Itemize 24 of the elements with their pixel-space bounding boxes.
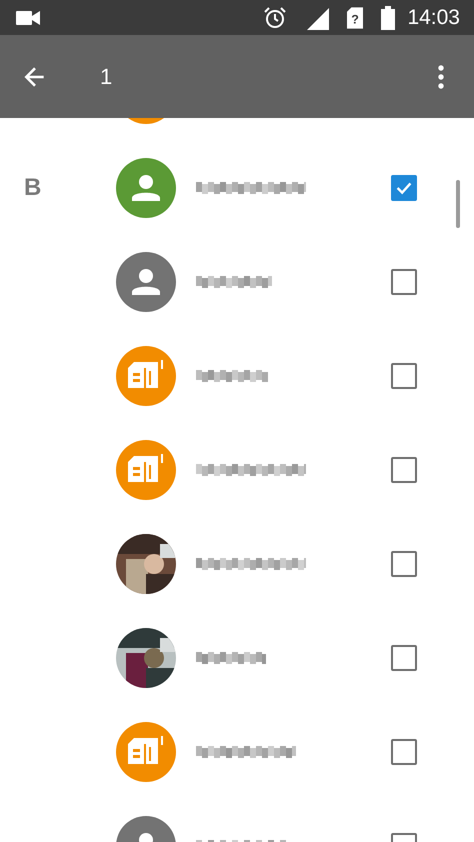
- scrollbar: [456, 180, 460, 228]
- blurred-name: [196, 370, 268, 382]
- checkbox[interactable]: [391, 175, 417, 201]
- checkbox[interactable]: [391, 551, 417, 577]
- alarm-clock-icon: [263, 6, 288, 30]
- checkbox[interactable]: [391, 269, 417, 295]
- checkbox[interactable]: [391, 739, 417, 765]
- sim-card-avatar-icon: [116, 722, 176, 782]
- clock-time: 14:03: [407, 6, 460, 30]
- checkbox[interactable]: [391, 363, 417, 389]
- sim-card-icon: ?: [347, 6, 364, 30]
- contact-avatar-icon: [116, 252, 176, 312]
- video-camera-icon: [16, 10, 40, 24]
- checkbox[interactable]: [391, 457, 417, 483]
- checkbox[interactable]: [391, 645, 417, 671]
- signal-icon: [305, 6, 330, 30]
- toolbar-title: 1: [100, 64, 114, 90]
- section-letter: В: [24, 174, 42, 202]
- battery-icon: [381, 6, 396, 30]
- blurred-name: [196, 652, 266, 664]
- sim-card-avatar-icon: [116, 440, 176, 500]
- sim-card-avatar-icon: [116, 346, 176, 406]
- contact-avatar-icon: [116, 158, 176, 218]
- menu-icon: [438, 64, 444, 88]
